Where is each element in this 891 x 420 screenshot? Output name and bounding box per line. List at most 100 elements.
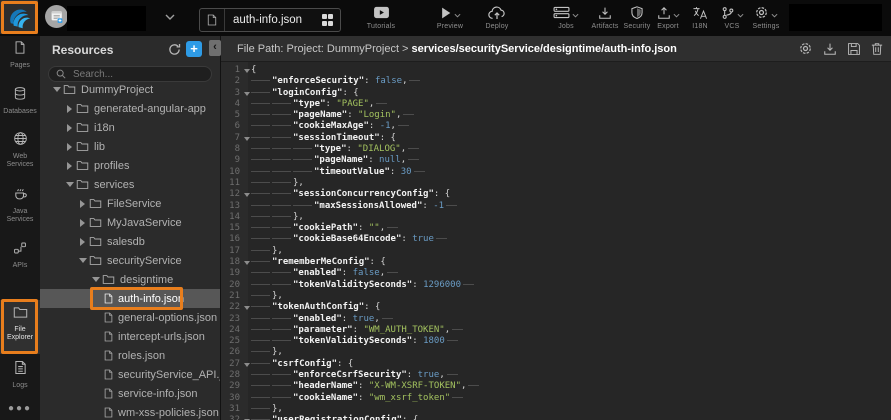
chevron-down-icon[interactable] (50, 83, 63, 96)
sidebar-item-java-services[interactable]: Java Services (0, 186, 40, 224)
collapse-panel-button[interactable]: ‹ (209, 40, 221, 56)
sidebar-item-pages[interactable]: Pages (0, 40, 40, 70)
fold-toggle-icon[interactable] (243, 65, 251, 76)
line-number: 7 (221, 133, 243, 144)
chevron-right-icon[interactable] (76, 238, 89, 246)
code-line-17: 17}, (221, 246, 891, 257)
chevron-right-icon[interactable] (63, 105, 76, 113)
tree-item-roles-json[interactable]: roles.json (40, 346, 220, 365)
line-number: 6 (221, 121, 243, 132)
tree-item-wm-xss-policies-json[interactable]: wm-xss-policies.json (40, 403, 220, 420)
line-number: 19 (221, 268, 243, 279)
line-number: 3 (221, 88, 243, 99)
line-number: 12 (221, 189, 243, 200)
file-icon (200, 9, 225, 31)
sidebar-item-more[interactable]: ●●● (0, 398, 40, 416)
path-label: File Path: (237, 43, 287, 55)
line-number: 11 (221, 178, 243, 189)
tree-item-label: wm-xss-policies.json (118, 407, 219, 419)
chevron-down-icon[interactable] (89, 273, 102, 286)
download-button[interactable] (823, 42, 837, 56)
open-file-tab[interactable]: auth-info.json (199, 8, 341, 32)
toolbar-tutorials[interactable]: Tutorials (355, 4, 407, 30)
tree-item-intercept-urls-json[interactable]: intercept-urls.json (40, 327, 220, 346)
tree-item-label: securityService_API.json (118, 369, 220, 381)
fold-toggle-icon[interactable] (243, 302, 251, 313)
save-button[interactable] (847, 42, 861, 56)
tree-item-lib[interactable]: lib (40, 137, 220, 156)
refresh-icon[interactable] (168, 43, 181, 56)
chevron-right-icon[interactable] (63, 143, 76, 151)
line-number: 8 (221, 144, 243, 155)
sidebar-item-label: File Explorer (0, 326, 40, 342)
delete-button[interactable] (871, 42, 883, 56)
folder-icon (13, 306, 28, 319)
fold-gutter (243, 110, 251, 121)
line-number: 10 (221, 167, 243, 178)
search-input[interactable] (71, 68, 204, 81)
toolbar-preview[interactable]: Preview (424, 4, 476, 30)
tree-item-dummyproject[interactable]: DummyProject (40, 80, 220, 99)
tree-item-salesdb[interactable]: salesdb (40, 232, 220, 251)
fold-toggle-icon[interactable] (243, 133, 251, 144)
fold-toggle-icon[interactable] (243, 257, 251, 268)
tree-item-services[interactable]: services (40, 175, 220, 194)
page-icon (13, 40, 27, 55)
chevron-down-icon[interactable] (76, 254, 89, 267)
sidebar-item-label: Pages (0, 62, 40, 70)
tree-item-auth-info-json[interactable]: auth-info.json (40, 289, 220, 308)
chevron-right-icon[interactable] (76, 219, 89, 227)
layout-switcher-icon[interactable] (322, 14, 334, 26)
code-line-19: 19"enabled": false, (221, 268, 891, 279)
sidebar-item-logs[interactable]: Logs (0, 360, 40, 390)
tree-item-profiles[interactable]: profiles (40, 156, 220, 175)
fold-toggle-icon[interactable] (243, 415, 251, 420)
toolbar-deploy[interactable]: Deploy (471, 4, 523, 30)
tree-item-designtime[interactable]: designtime (40, 270, 220, 289)
chevron-right-icon[interactable] (63, 162, 76, 170)
settings-button[interactable] (798, 41, 813, 56)
toolbar-label: Tutorials (355, 23, 407, 30)
chevron-right-icon[interactable] (76, 200, 89, 208)
sidebar-item-apis[interactable]: APIs (0, 241, 40, 270)
fold-toggle-icon[interactable] (243, 88, 251, 99)
folder-icon (76, 103, 89, 114)
tree-item-service-info-json[interactable]: service-info.json (40, 384, 220, 403)
tree-item-securityservice-api-json[interactable]: securityService_API.json (40, 365, 220, 384)
code-editor[interactable]: 1{2"enforceSecurity": false,3"loginConfi… (221, 62, 891, 420)
tree-item-securityservice[interactable]: securityService (40, 251, 220, 270)
play-icon (440, 6, 452, 20)
project-avatar[interactable] (45, 5, 68, 28)
chevron-down-icon (572, 13, 579, 18)
code-line-9: 9"pageName": null, (221, 155, 891, 166)
sidebar-item-web-services[interactable]: Web Services (0, 131, 40, 169)
code-line-29: 29"headerName": "X-WM-XSRF-TOKEN", (221, 381, 891, 392)
tree-item-general-options-json[interactable]: general-options.json (40, 308, 220, 327)
line-number: 22 (221, 302, 243, 313)
tree-item-myjavaservice[interactable]: MyJavaService (40, 213, 220, 232)
app-logo[interactable] (0, 0, 38, 34)
tree-item-i18n[interactable]: i18n (40, 118, 220, 137)
tree-item-generated-angular-app[interactable]: generated-angular-app (40, 99, 220, 118)
fold-toggle-icon[interactable] (243, 359, 251, 370)
code-line-28: 28"enforceCsrfSecurity": true, (221, 370, 891, 381)
toolbar-settings[interactable]: Settings (740, 4, 792, 30)
fold-gutter (243, 121, 251, 132)
line-number: 23 (221, 314, 243, 325)
tree-item-fileservice[interactable]: FileService (40, 194, 220, 213)
tree-item-label: intercept-urls.json (118, 331, 205, 343)
tree-item-label: DummyProject (81, 84, 153, 96)
line-number: 18 (221, 257, 243, 268)
project-chevron-down-icon[interactable] (165, 14, 175, 21)
sidebar-item-file-explorer[interactable]: File Explorer (0, 300, 40, 354)
sidebar-item-databases[interactable]: Databases (0, 86, 40, 116)
fold-toggle-icon[interactable] (243, 189, 251, 200)
tray-down-icon (598, 6, 612, 20)
chevron-right-icon[interactable] (63, 124, 76, 132)
code-line-10: 10"timeoutValue": 30 (221, 167, 891, 178)
line-number: 2 (221, 76, 243, 87)
folder-icon (89, 217, 102, 228)
add-resource-button[interactable]: + (186, 41, 202, 57)
folder-icon (89, 255, 102, 266)
chevron-down-icon[interactable] (63, 178, 76, 191)
